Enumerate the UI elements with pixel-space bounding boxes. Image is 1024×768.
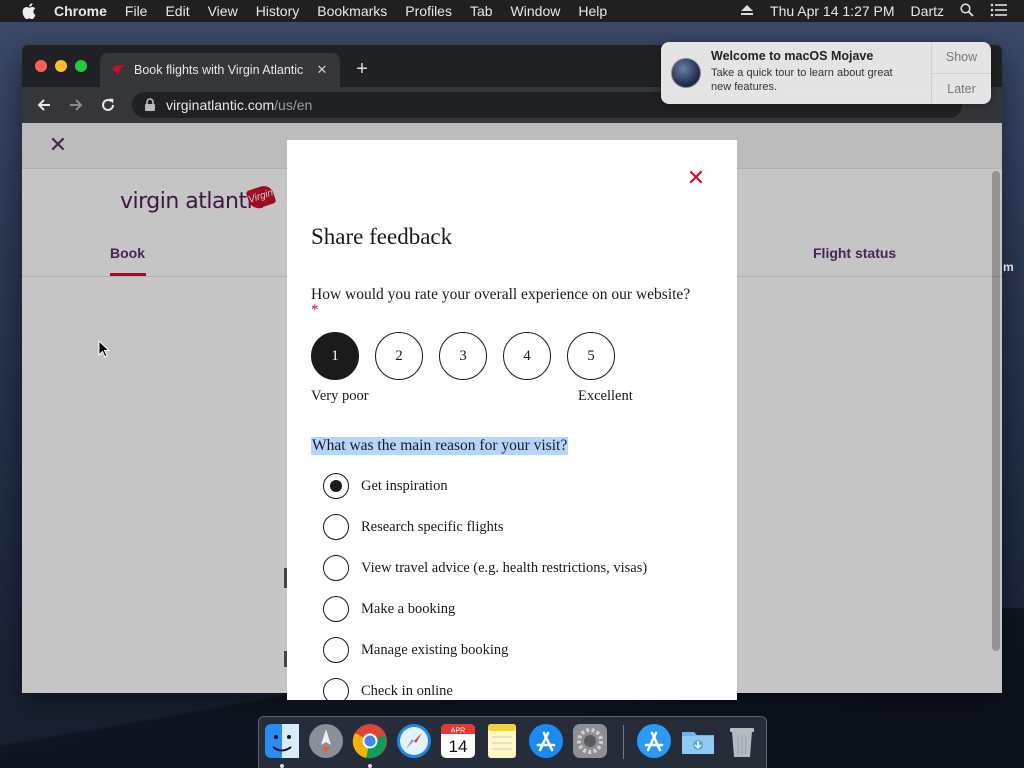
menu-tab[interactable]: Tab [470, 0, 493, 22]
feedback-modal: ✕ Share feedback How would you rate your… [287, 140, 737, 700]
option-label: Check in online [361, 682, 453, 699]
safari-icon[interactable] [395, 722, 433, 760]
mojave-app-icon [671, 58, 701, 88]
radio-button[interactable] [323, 555, 349, 581]
reload-icon[interactable] [98, 95, 118, 115]
rating-5-button[interactable]: 5 [567, 332, 615, 380]
calendar-icon[interactable]: APR 14 [439, 722, 477, 760]
option-label: Get inspiration [361, 477, 448, 494]
finder-icon[interactable] [263, 722, 301, 760]
rating-question: How would you rate your overall experien… [311, 286, 691, 303]
menu-app-chrome[interactable]: Chrome [54, 0, 107, 22]
eject-icon[interactable] [740, 3, 754, 19]
menu-view[interactable]: View [208, 0, 238, 22]
visit-reason-question: What was the main reason for your visit? [311, 437, 569, 455]
lock-icon[interactable] [144, 98, 158, 112]
menu-bar: Chrome File Edit View History Bookmarks … [0, 0, 1024, 22]
menu-help[interactable]: Help [578, 0, 607, 22]
tab-close-icon[interactable]: ✕ [314, 62, 330, 78]
option-research-flights[interactable]: Research specific flights [323, 514, 504, 540]
virgin-favicon-icon [110, 62, 126, 78]
menu-edit[interactable]: Edit [165, 0, 189, 22]
url-path: /us/en [274, 97, 313, 113]
rating-high-label: Excellent [578, 388, 633, 404]
url-host: virginatlantic.com [166, 97, 275, 113]
option-get-inspiration[interactable]: Get inspiration [323, 473, 448, 499]
system-preferences-icon[interactable] [571, 722, 609, 760]
option-make-booking[interactable]: Make a booking [323, 596, 455, 622]
menu-window[interactable]: Window [511, 0, 561, 22]
radio-button[interactable] [323, 596, 349, 622]
menu-file[interactable]: File [125, 0, 148, 22]
option-check-in[interactable]: Check in online [323, 678, 453, 700]
option-manage-booking[interactable]: Manage existing booking [323, 637, 508, 663]
calendar-month: APR [451, 728, 465, 735]
apple-menu-icon[interactable] [20, 0, 38, 22]
zoom-window-button[interactable] [75, 60, 87, 72]
calendar-day: 14 [449, 737, 468, 756]
finder-running-dot [280, 764, 284, 768]
option-label: Manage existing booking [361, 641, 509, 658]
dock: APR 14 [258, 716, 767, 768]
chrome-icon[interactable] [351, 722, 389, 760]
radio-button[interactable] [323, 637, 349, 663]
downloads-folder-icon[interactable] [679, 722, 717, 760]
menubar-user[interactable]: Dartz [911, 3, 944, 19]
rating-1-button[interactable]: 1 [311, 332, 359, 380]
notification-title: Welcome to macOS Mojave [711, 49, 874, 63]
launchpad-icon[interactable] [307, 722, 345, 760]
dock-separator [623, 725, 624, 759]
page-scrollbar[interactable] [992, 171, 1000, 651]
notes-icon[interactable] [483, 722, 521, 760]
rating-4-button[interactable]: 4 [503, 332, 551, 380]
menubar-clock[interactable]: Thu Apr 14 1:27 PM [770, 3, 895, 19]
mouse-cursor-icon [98, 339, 111, 363]
trash-icon[interactable] [723, 722, 761, 760]
app-store-icon[interactable] [527, 722, 565, 760]
minimize-window-button[interactable] [55, 60, 67, 72]
radio-button[interactable] [323, 678, 349, 700]
option-travel-advice[interactable]: View travel advice (e.g. health restrict… [323, 555, 647, 581]
forward-arrow-icon[interactable] [66, 95, 86, 115]
radio-button[interactable] [323, 473, 349, 499]
macos-notification[interactable]: Welcome to macOS Mojave Take a quick tou… [661, 42, 991, 104]
notification-show-button[interactable]: Show [932, 42, 991, 73]
menu-history[interactable]: History [256, 0, 300, 22]
app-store-download-icon[interactable] [635, 722, 673, 760]
menu-profiles[interactable]: Profiles [405, 0, 452, 22]
browser-tab[interactable]: Book flights with Virgin Atlantic ✕ [100, 53, 340, 87]
spotlight-search-icon[interactable] [960, 2, 974, 20]
notification-center-icon[interactable] [990, 3, 1008, 20]
modal-close-icon[interactable]: ✕ [686, 167, 706, 189]
menu-bookmarks[interactable]: Bookmarks [317, 0, 387, 22]
background-text-fragment: m [1003, 260, 1014, 274]
new-tab-button[interactable]: + [350, 57, 374, 81]
option-label: Make a booking [361, 600, 456, 617]
chrome-running-dot [368, 764, 372, 768]
notification-message: Take a quick tour to learn about great n… [711, 67, 893, 93]
tab-title: Book flights with Virgin Atlantic [134, 63, 304, 77]
back-arrow-icon[interactable] [34, 95, 54, 115]
modal-title: Share feedback [311, 224, 453, 249]
close-window-button[interactable] [35, 60, 47, 72]
rating-2-button[interactable]: 2 [375, 332, 423, 380]
rating-3-button[interactable]: 3 [439, 332, 487, 380]
rating-low-label: Very poor [311, 388, 369, 404]
notification-later-button[interactable]: Later [932, 72, 991, 105]
required-asterisk: * [311, 302, 319, 318]
option-label: View travel advice (e.g. health restrict… [361, 559, 648, 576]
option-label: Research specific flights [361, 518, 504, 535]
radio-button[interactable] [323, 514, 349, 540]
